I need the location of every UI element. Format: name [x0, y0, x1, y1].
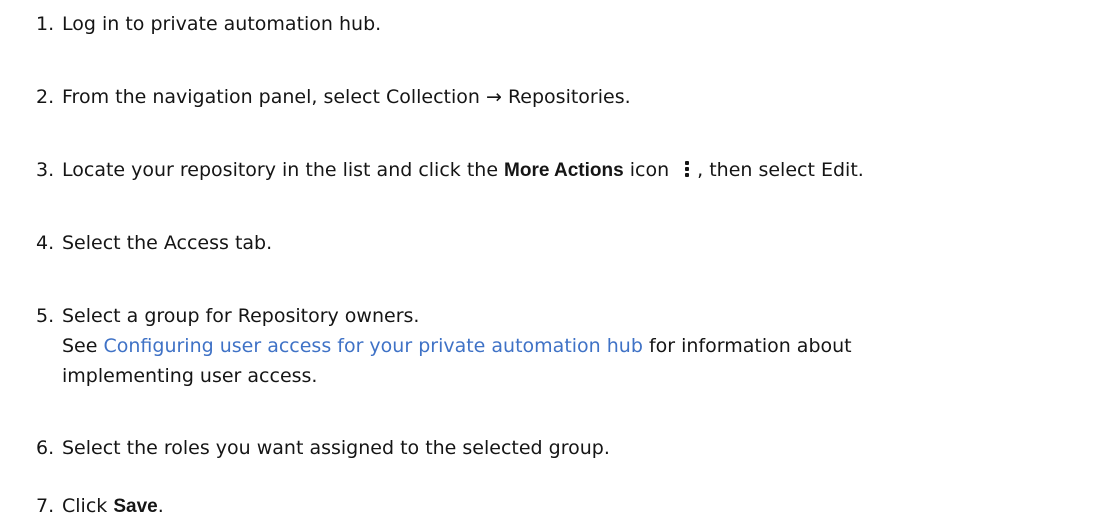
step-text: Select a group for Repository owners. — [62, 302, 419, 331]
text-segment: . — [624, 86, 631, 108]
access-tab-label: Access — [163, 232, 229, 254]
step-number: 2. — [36, 86, 55, 108]
text-segment: Select the — [62, 232, 164, 254]
text-segment: See — [62, 335, 104, 357]
step-number: 1. — [36, 13, 55, 35]
step-number: 6. — [36, 437, 55, 459]
step-text: Click Save. — [62, 492, 164, 521]
step-text: From the navigation panel, select Collec… — [62, 83, 631, 112]
repository-owners-label: Repository owners — [237, 305, 414, 327]
kebab-vertical-icon — [683, 159, 691, 179]
step-text: Select the Access tab. — [62, 229, 272, 258]
step-text: Select the roles you want assigned to th… — [62, 437, 610, 459]
step-5-line-2: See Configuring user access for your pri… — [62, 332, 852, 361]
step-text: Locate your repository in the list and c… — [62, 156, 864, 185]
text-segment: icon — [623, 159, 670, 181]
text-segment: . — [857, 159, 864, 181]
edit-label: Edit — [820, 159, 858, 181]
text-segment: , then select — [697, 159, 821, 181]
text-segment: . — [413, 305, 420, 327]
step-number: 7. — [36, 495, 55, 517]
step-number: 5. — [36, 305, 55, 327]
text-segment: From the navigation panel, select — [62, 86, 386, 108]
text-segment: . — [157, 495, 164, 517]
step-5-line-3: implementing user access. — [62, 365, 318, 387]
text-segment: Select a group for — [62, 305, 238, 327]
text-segment: for information about — [642, 335, 852, 357]
save-label: Save — [113, 496, 158, 517]
text-segment: Click — [62, 495, 114, 517]
text-segment: Locate your repository in the list and c… — [62, 159, 505, 181]
configuring-user-access-link[interactable]: Configuring user access for your private… — [103, 335, 642, 357]
step-text: Log in to private automation hub. — [62, 13, 382, 35]
text-segment: tab. — [228, 232, 273, 254]
more-actions-label: More Actions — [504, 160, 624, 181]
menu-path: Collection → Repositories — [385, 86, 625, 108]
step-number: 4. — [36, 232, 55, 254]
step-number: 3. — [36, 159, 55, 181]
